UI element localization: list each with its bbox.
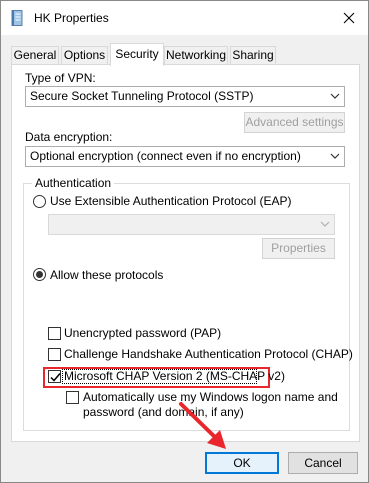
pap-checkbox[interactable]: [48, 327, 61, 340]
chevron-down-icon: [330, 93, 340, 99]
allow-protocols-label: Allow these protocols: [50, 268, 164, 282]
title-bar: HK Properties: [1, 1, 368, 35]
phone-book-icon: [11, 10, 23, 26]
tab-options[interactable]: Options: [61, 46, 108, 65]
checkmark-icon: [50, 373, 61, 382]
tab-sharing[interactable]: Sharing: [230, 46, 276, 65]
pap-label: Unencrypted password (PAP): [64, 326, 222, 340]
window-title: HK Properties: [34, 11, 109, 25]
cancel-button[interactable]: Cancel: [288, 452, 358, 474]
red-arrow-icon: [179, 402, 226, 449]
tab-general[interactable]: General: [11, 46, 59, 65]
eap-radio[interactable]: [33, 195, 46, 208]
tab-security[interactable]: Security: [110, 43, 164, 66]
data-encryption-value: Optional encryption (connect even if no …: [30, 149, 301, 163]
properties-button[interactable]: Properties: [262, 238, 335, 259]
chevron-down-icon: [330, 153, 340, 159]
chap-checkbox[interactable]: [48, 348, 61, 361]
vpn-type-label: Type of VPN:: [25, 71, 96, 85]
tab-networking[interactable]: Networking: [164, 46, 228, 65]
tab-strip: General Options Security Networking Shar…: [11, 43, 361, 66]
authentication-title: Authentication: [32, 176, 115, 190]
advanced-settings-button[interactable]: Advanced settings: [244, 112, 345, 133]
close-icon[interactable]: [341, 10, 357, 26]
chevron-down-icon: [320, 221, 330, 227]
mschapv2-label: Microsoft CHAP Version 2 (MS-CHAP v2): [64, 369, 285, 383]
data-encryption-select[interactable]: Optional encryption (connect even if no …: [25, 146, 345, 167]
mschapv2-checkbox[interactable]: [48, 370, 61, 383]
vpn-type-value: Secure Socket Tunneling Protocol (SSTP): [30, 89, 254, 103]
eap-radio-label: Use Extensible Authentication Protocol (…: [50, 194, 292, 208]
allow-protocols-radio[interactable]: [33, 268, 46, 281]
eap-select[interactable]: [48, 214, 335, 235]
ok-button[interactable]: OK: [205, 452, 279, 474]
chap-label: Challenge Handshake Authentication Proto…: [64, 347, 353, 361]
vpn-type-select[interactable]: Secure Socket Tunneling Protocol (SSTP): [25, 86, 345, 107]
properties-dialog: HK Properties General Options Security N…: [0, 0, 369, 483]
data-encryption-label: Data encryption:: [25, 130, 113, 144]
auto-logon-checkbox[interactable]: [66, 391, 79, 404]
